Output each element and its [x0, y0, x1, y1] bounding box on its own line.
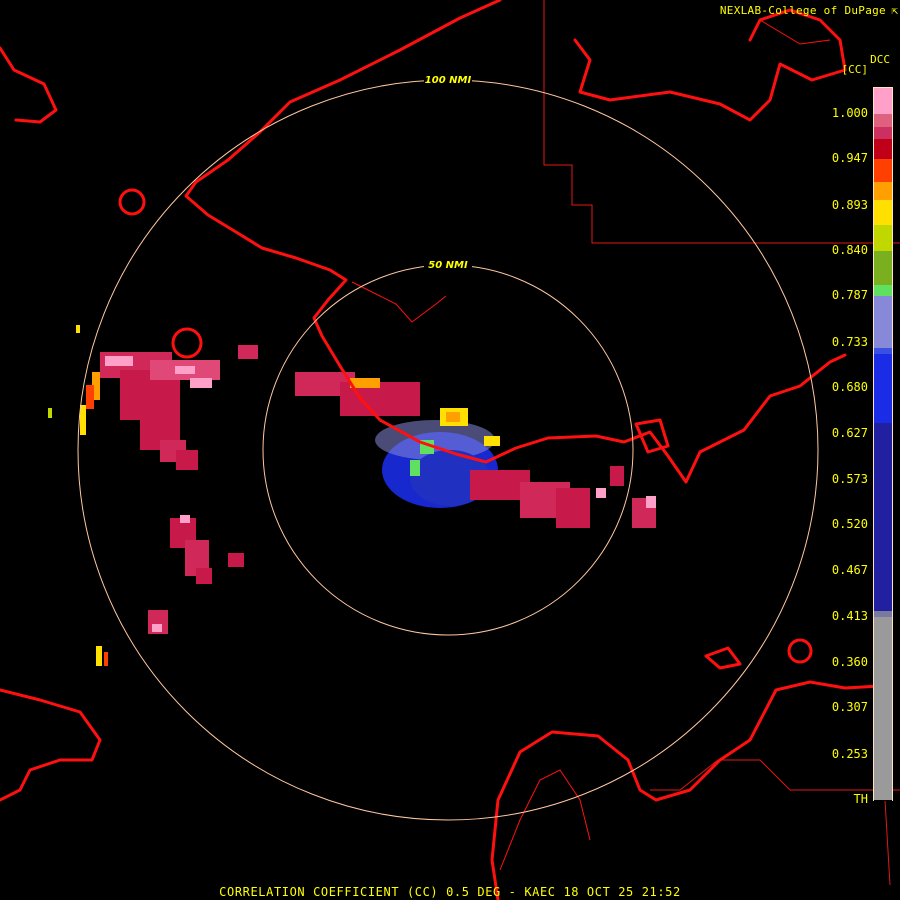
legend-label: 0.893 [831, 197, 868, 212]
legend-label: 0.360 [831, 654, 868, 669]
legend-label: 0.787 [831, 288, 868, 303]
legend-label: 0.467 [831, 562, 868, 577]
legend-label: 0.840 [831, 242, 868, 257]
legend-swatch [874, 159, 892, 183]
legend-swatch [874, 126, 892, 140]
legend-label: 0.627 [831, 425, 868, 440]
legend-label: 0.573 [831, 472, 868, 487]
legend-label: 0.253 [831, 746, 868, 761]
legend-swatch [874, 611, 892, 618]
legend-swatch [874, 250, 892, 286]
corner-mark-icon: ⇱ [891, 4, 898, 17]
legend-swatch [874, 347, 892, 354]
legend-swatch [874, 139, 892, 160]
product-caption: CORRELATION COEFFICIENT (CC) 0.5 DEG - K… [219, 885, 681, 899]
legend-swatch [874, 225, 892, 251]
legend-swatch [874, 88, 892, 114]
legend-swatch [874, 296, 892, 348]
range-ring-label: 100 NMI [425, 75, 472, 86]
legend-swatch [874, 422, 892, 612]
legend-unit: [CC] [841, 63, 869, 76]
legend-label: TH [853, 792, 868, 806]
range-ring-label: 50 NMI [428, 260, 468, 271]
legend-label: 1.000 [831, 105, 868, 120]
legend-label: 0.733 [831, 334, 868, 349]
legend-label: 0.413 [831, 609, 868, 624]
legend-color-bar [873, 87, 893, 801]
legend-swatch [874, 617, 892, 800]
legend-label: 0.520 [831, 517, 868, 532]
legend-swatch [874, 353, 892, 423]
legend-product-code: DCC [870, 53, 890, 66]
legend-swatch [874, 285, 892, 297]
legend-swatch [874, 199, 892, 226]
legend-label: 0.680 [831, 380, 868, 395]
legend-swatch [874, 113, 892, 127]
radar-display: 50 NMI 100 NMI [0, 0, 900, 900]
nexlab-credit: NEXLAB-College of DuPage [719, 4, 886, 17]
legend-label: 0.307 [831, 700, 868, 715]
legend-swatch [874, 800, 892, 801]
legend-swatch [874, 182, 892, 200]
legend-label: 0.947 [831, 151, 868, 166]
